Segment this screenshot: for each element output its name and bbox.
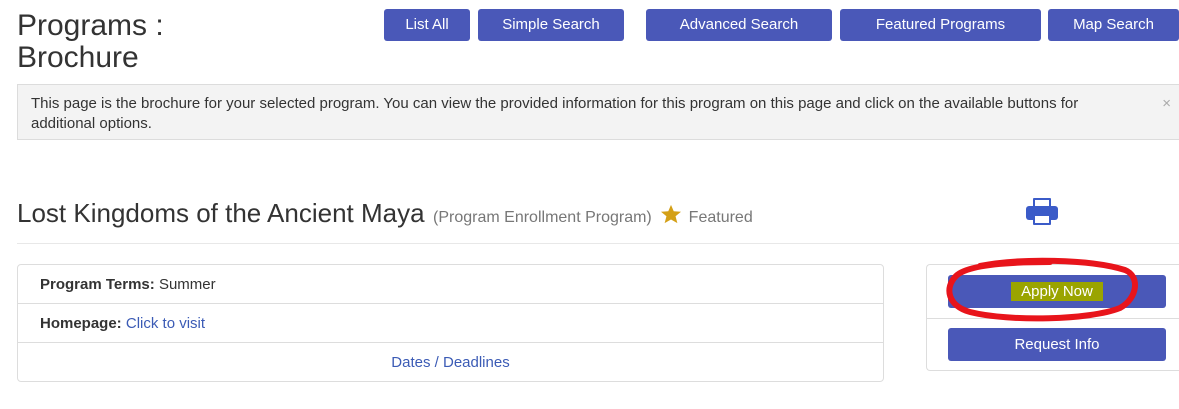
- action-separator: [927, 318, 1179, 319]
- info-alert: This page is the brochure for your selec…: [17, 84, 1179, 140]
- close-icon[interactable]: ×: [1162, 95, 1171, 113]
- program-type: (Program Enrollment Program): [433, 209, 652, 226]
- homepage-label: Homepage:: [40, 315, 122, 332]
- featured-programs-button[interactable]: Featured Programs: [840, 9, 1041, 41]
- request-info-button[interactable]: Request Info: [948, 328, 1166, 361]
- dates-deadlines-link[interactable]: Dates / Deadlines: [391, 354, 509, 371]
- program-details-panel: Program Terms: Summer Homepage: Click to…: [17, 264, 884, 382]
- program-terms-row: Program Terms: Summer: [18, 265, 883, 304]
- dates-row: Dates / Deadlines: [18, 343, 883, 382]
- program-heading: Lost Kingdoms of the Ancient Maya (Progr…: [17, 198, 753, 234]
- list-all-button[interactable]: List All: [384, 9, 470, 41]
- apply-now-label: Apply Now: [1011, 282, 1103, 301]
- section-divider: [17, 243, 1179, 244]
- simple-search-button[interactable]: Simple Search: [478, 9, 624, 41]
- homepage-link[interactable]: Click to visit: [126, 315, 205, 332]
- page-title: Programs : Brochure: [17, 9, 164, 74]
- brochure-page: Programs : Brochure List All Simple Sear…: [0, 0, 1179, 409]
- program-terms-value: Summer: [158, 276, 216, 293]
- print-icon[interactable]: [1025, 198, 1059, 226]
- alert-message: This page is the brochure for your selec…: [31, 95, 1079, 132]
- action-panel: Apply Now Request Info: [926, 264, 1179, 371]
- star-icon: [661, 204, 682, 224]
- program-terms-label: Program Terms:: [40, 276, 155, 293]
- program-name: Lost Kingdoms of the Ancient Maya: [17, 198, 425, 228]
- apply-now-button[interactable]: Apply Now: [948, 275, 1166, 308]
- homepage-row: Homepage: Click to visit: [18, 304, 883, 343]
- featured-label: Featured: [688, 209, 753, 226]
- advanced-search-button[interactable]: Advanced Search: [646, 9, 832, 41]
- map-search-button[interactable]: Map Search: [1048, 9, 1179, 41]
